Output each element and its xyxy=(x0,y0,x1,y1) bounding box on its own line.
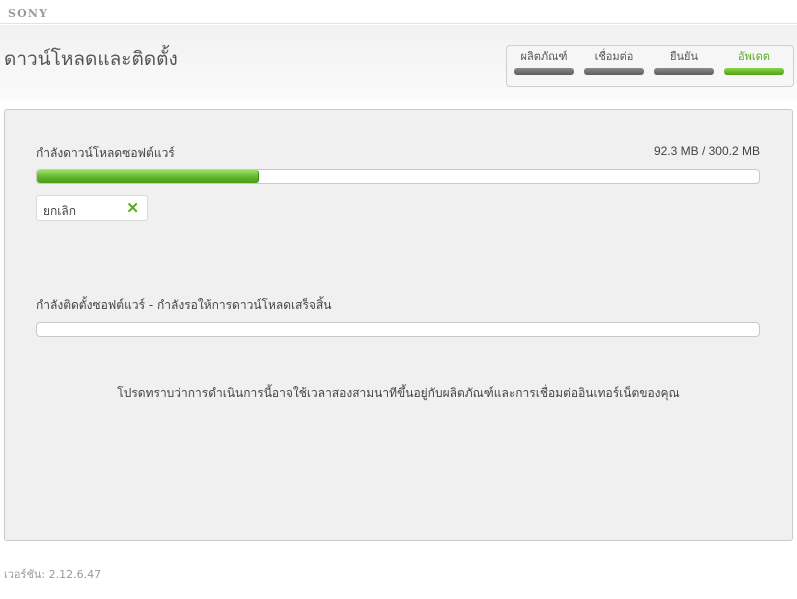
step-connect: เชื่อมต่อ xyxy=(583,50,645,75)
top-bar: SONY xyxy=(0,0,797,24)
install-label: กำลังติดตั้งซอฟต์แวร์ - กำลังรอให้การดาว… xyxy=(36,298,332,312)
sony-logo: SONY xyxy=(8,7,49,20)
download-label: กำลังดาวน์โหลดซอฟต์แวร์ xyxy=(36,146,175,160)
close-icon: ✕ xyxy=(126,200,139,217)
download-size: 92.3 MB / 300.2 MB xyxy=(653,144,760,158)
cancel-button[interactable]: ยกเลิก ✕ xyxy=(36,195,148,221)
version-text: เวอร์ชัน: 2.12.6.47 xyxy=(4,568,102,581)
step-label: ยืนยัน xyxy=(670,50,698,63)
step-indicator: ผลิตภัณฑ์ เชื่อมต่อ ยืนยัน อัพเดต xyxy=(506,45,794,87)
step-label: ผลิตภัณฑ์ xyxy=(520,50,568,63)
step-bar xyxy=(724,68,784,75)
step-bar xyxy=(584,68,644,75)
download-progress-fill xyxy=(37,170,259,183)
step-confirm: ยืนยัน xyxy=(653,50,715,75)
step-product: ผลิตภัณฑ์ xyxy=(513,50,575,75)
main-panel: กำลังดาวน์โหลดซอฟต์แวร์ 92.3 MB / 300.2 … xyxy=(4,109,793,541)
download-progress-bar xyxy=(36,169,760,184)
install-progress-bar xyxy=(36,322,760,337)
step-bar xyxy=(654,68,714,75)
notice-text: โปรดทราบว่าการดำเนินการนี้อาจใช้เวลาสองส… xyxy=(117,386,680,400)
step-label: อัพเดต xyxy=(738,50,770,63)
step-label: เชื่อมต่อ xyxy=(594,50,634,63)
cancel-label: ยกเลิก xyxy=(43,204,77,218)
step-update: อัพเดต xyxy=(723,50,785,75)
page-title: ดาวน์โหลดและติดตั้ง xyxy=(4,48,178,70)
step-bar xyxy=(514,68,574,75)
